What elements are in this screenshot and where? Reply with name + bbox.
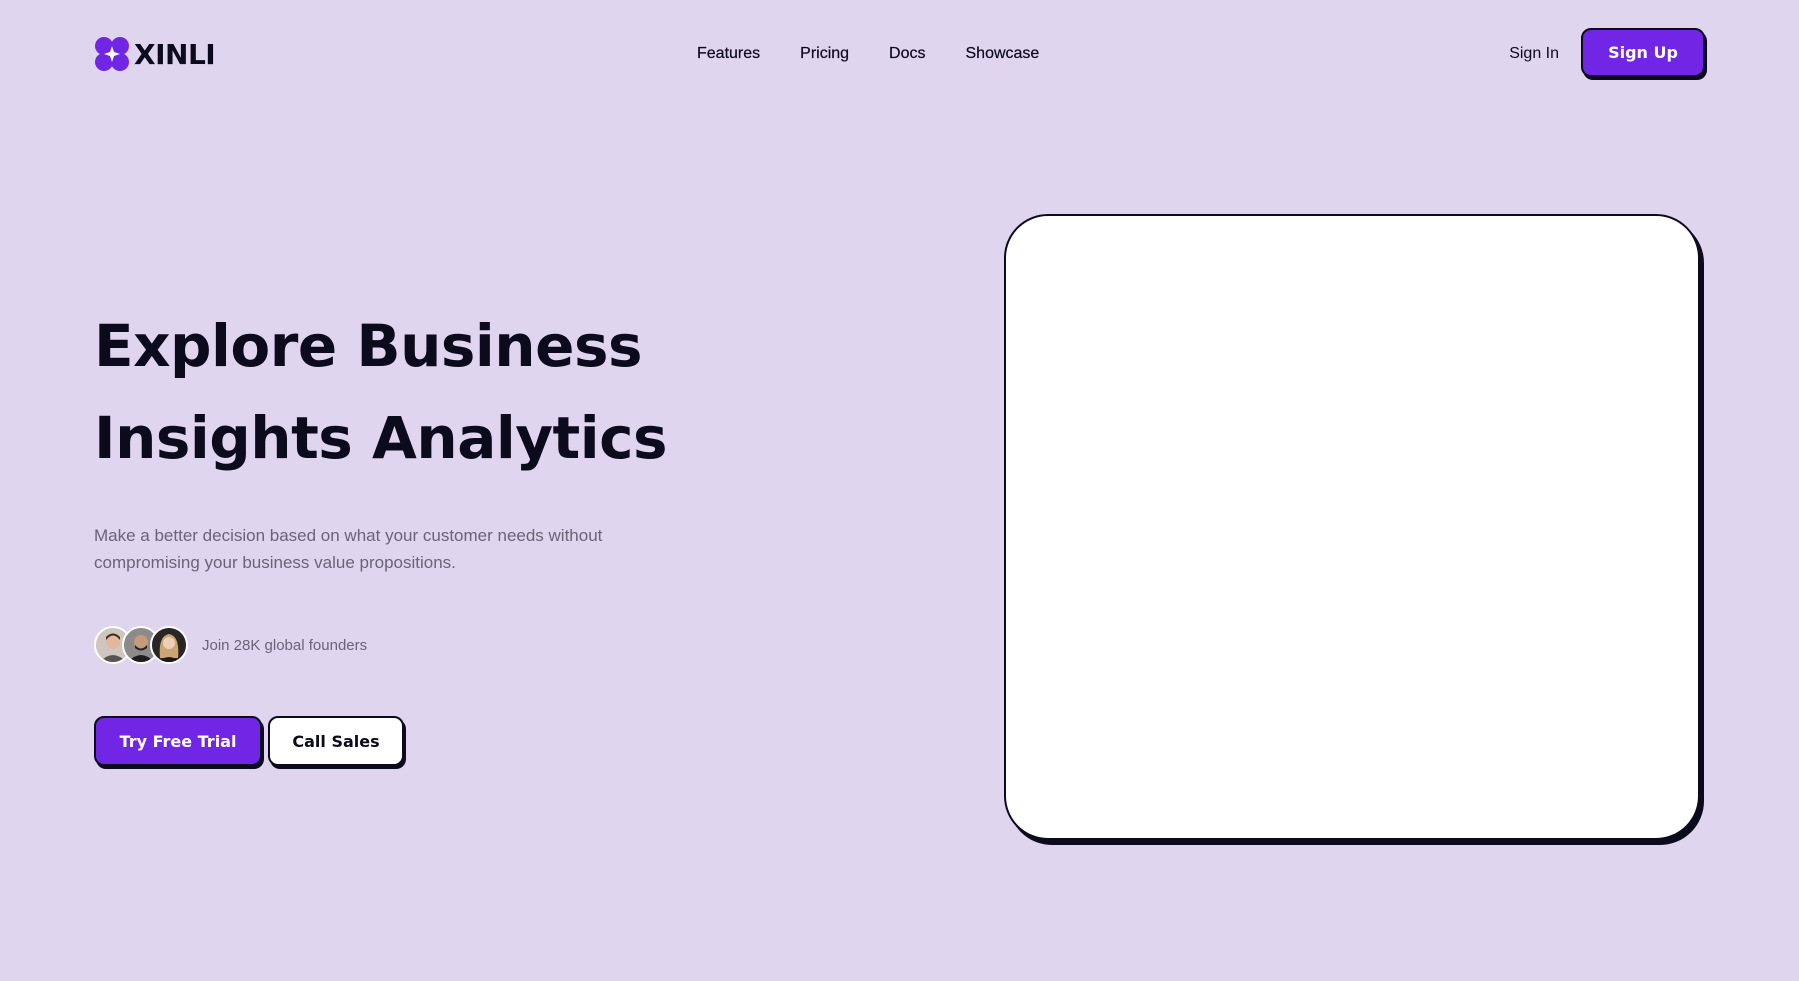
landing-page: XINLI Features Pricing Docs Showcase Sig… bbox=[0, 0, 1799, 981]
logo[interactable]: XINLI bbox=[94, 36, 216, 72]
avatar-group bbox=[94, 626, 188, 664]
sign-up-button[interactable]: Sign Up bbox=[1581, 28, 1705, 77]
nav-features[interactable]: Features bbox=[697, 45, 760, 63]
social-proof: Join 28K global founders bbox=[94, 626, 367, 664]
nav-pricing[interactable]: Pricing bbox=[800, 45, 849, 63]
nav-showcase[interactable]: Showcase bbox=[965, 45, 1039, 63]
hero-subtext: Make a better decision based on what you… bbox=[94, 526, 603, 572]
site-header: XINLI Features Pricing Docs Showcase Sig… bbox=[94, 28, 1705, 80]
main-nav: Features Pricing Docs Showcase bbox=[697, 45, 1040, 63]
avatar bbox=[150, 626, 188, 664]
sign-in-link[interactable]: Sign In bbox=[1509, 45, 1559, 63]
call-sales-button[interactable]: Call Sales bbox=[268, 716, 404, 766]
try-free-trial-button[interactable]: Try Free Trial bbox=[94, 716, 262, 766]
hero-headline: Explore Business Insights Analytics bbox=[94, 300, 714, 484]
flower-sparkle-icon bbox=[95, 37, 129, 71]
logo-text: XINLI bbox=[134, 37, 216, 71]
social-proof-text: Join 28K global founders bbox=[202, 636, 368, 654]
cta-row: Try Free Trial Call Sales bbox=[94, 716, 404, 766]
nav-docs[interactable]: Docs bbox=[889, 45, 926, 63]
headline-line-1: Explore Business bbox=[94, 312, 642, 380]
hero-preview-card bbox=[1004, 214, 1700, 840]
headline-line-2: Insights Analytics bbox=[94, 404, 668, 472]
